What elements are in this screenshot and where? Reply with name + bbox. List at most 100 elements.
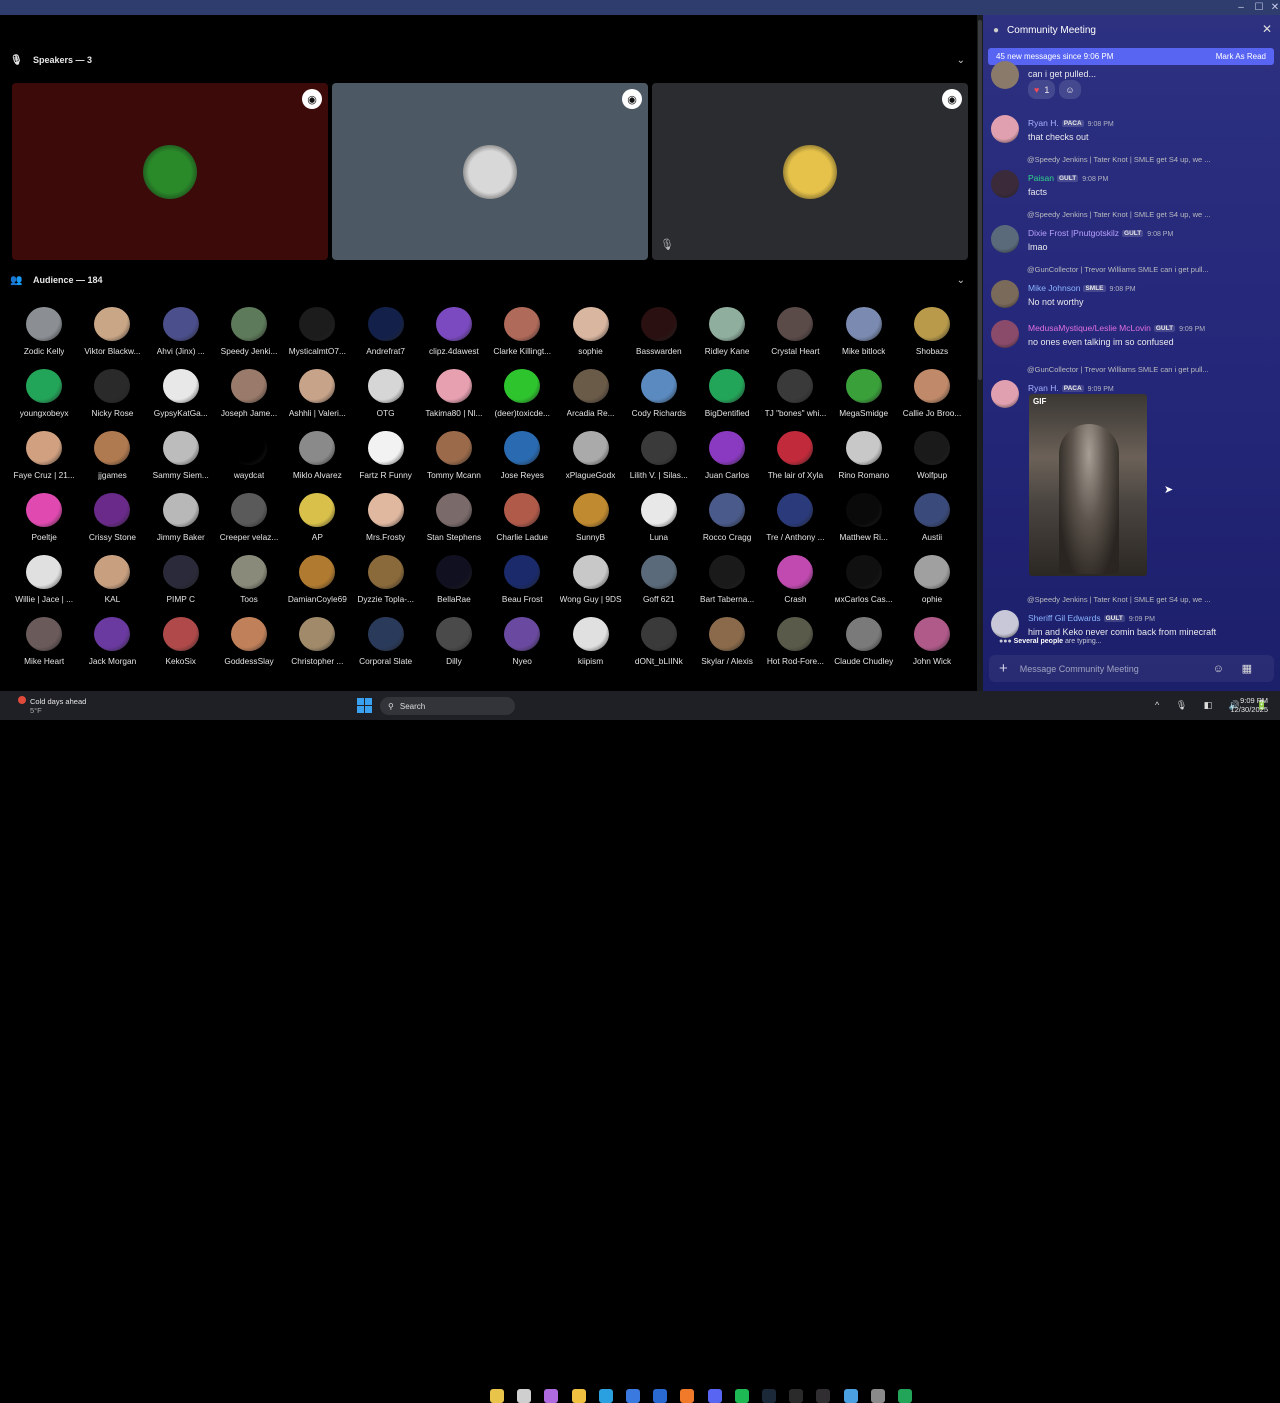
avatar[interactable] bbox=[162, 493, 199, 528]
avatar[interactable] bbox=[162, 431, 199, 466]
speakers-header[interactable]: 🎙 Speakers — 3 bbox=[10, 50, 92, 70]
audience-member[interactable]: Rocco Cragg bbox=[693, 493, 761, 542]
avatar[interactable] bbox=[231, 431, 268, 466]
audience-member[interactable]: clipz.4dawest bbox=[420, 307, 488, 356]
avatar[interactable] bbox=[435, 307, 472, 342]
clock[interactable]: 9:09 PM 12/30/2025 bbox=[1230, 696, 1268, 714]
avatar[interactable] bbox=[991, 225, 1019, 253]
avatar[interactable] bbox=[504, 369, 541, 404]
avatar[interactable] bbox=[572, 493, 609, 528]
audience-member[interactable]: MysticalmtO7... bbox=[283, 307, 351, 356]
audience-member[interactable]: John Wick bbox=[898, 617, 966, 666]
avatar[interactable] bbox=[914, 555, 950, 590]
audience-member[interactable]: Juan Carlos bbox=[693, 431, 761, 480]
audience-member[interactable]: Takima80 | Nl... bbox=[420, 369, 488, 418]
audience-member[interactable]: Speedy Jenki... bbox=[215, 307, 283, 356]
audience-member[interactable]: Austii bbox=[898, 493, 966, 542]
weather-widget[interactable]: Cold days ahead 5°F bbox=[18, 696, 86, 715]
avatar[interactable] bbox=[640, 431, 677, 466]
audience-member[interactable]: GoddessSlay bbox=[215, 617, 283, 666]
audience-member[interactable]: AP bbox=[283, 493, 351, 542]
audience-member[interactable]: jjgames bbox=[78, 431, 146, 480]
audience-member[interactable]: Jack Morgan bbox=[78, 617, 146, 666]
heart-reaction[interactable]: ♥ 1 bbox=[1028, 80, 1056, 99]
audience-member[interactable]: Ridley Kane bbox=[693, 307, 761, 356]
audience-member[interactable]: Luna bbox=[625, 493, 693, 542]
avatar[interactable] bbox=[845, 493, 882, 528]
avatar[interactable] bbox=[299, 369, 336, 404]
avatar[interactable] bbox=[845, 555, 882, 590]
avatar[interactable] bbox=[709, 307, 746, 342]
steam-icon[interactable] bbox=[762, 1389, 776, 1403]
audience-member[interactable]: Sammy Siem... bbox=[147, 431, 215, 480]
file-explorer-icon[interactable] bbox=[490, 1389, 504, 1403]
author-name[interactable]: Paisan bbox=[1028, 173, 1054, 183]
reply-preview[interactable]: @GunCollector | Trevor Williams SMLE can… bbox=[1027, 365, 1271, 374]
firefox-icon[interactable] bbox=[680, 1389, 695, 1403]
audience-member[interactable]: MegaSmidge bbox=[830, 369, 898, 418]
avatar[interactable] bbox=[640, 555, 677, 590]
avatar[interactable] bbox=[162, 555, 199, 590]
avatar[interactable] bbox=[231, 307, 268, 342]
avatar[interactable] bbox=[991, 280, 1019, 308]
avatar[interactable] bbox=[435, 493, 472, 528]
start-button[interactable] bbox=[357, 698, 372, 713]
audience-member[interactable]: Ahvi (Jinx) ... bbox=[147, 307, 215, 356]
avatar[interactable] bbox=[26, 555, 63, 590]
audience-member[interactable]: Beau Frost bbox=[488, 555, 556, 604]
avatar[interactable] bbox=[504, 307, 541, 342]
audience-member[interactable]: Toos bbox=[215, 555, 283, 604]
audience-member[interactable]: Miklo Alvarez bbox=[283, 431, 351, 480]
speaker-avatar[interactable] bbox=[143, 144, 197, 199]
audience-member[interactable]: OTG bbox=[351, 369, 419, 418]
audience-member[interactable]: Wolfpup bbox=[898, 431, 966, 480]
edge-icon[interactable] bbox=[598, 1389, 613, 1403]
avatar[interactable] bbox=[777, 493, 814, 528]
audience-member[interactable]: Lilith V. | Silas... bbox=[625, 431, 693, 480]
avatar[interactable] bbox=[991, 610, 1019, 638]
avatar[interactable] bbox=[845, 369, 882, 404]
audience-member[interactable]: Crystal Heart bbox=[761, 307, 829, 356]
avatar[interactable] bbox=[709, 617, 746, 652]
avatar[interactable] bbox=[914, 617, 950, 652]
avatar[interactable] bbox=[504, 431, 541, 466]
avatar[interactable] bbox=[991, 320, 1019, 348]
copilot-icon[interactable] bbox=[544, 1389, 559, 1403]
avatar[interactable] bbox=[367, 493, 404, 528]
audience-member[interactable]: Jose Reyes bbox=[488, 431, 556, 480]
audience-member[interactable]: Tommy Mcann bbox=[420, 431, 488, 480]
speaker-tile[interactable]: ◉ bbox=[332, 83, 648, 260]
audience-member[interactable]: DamianCoyle69 bbox=[283, 555, 351, 604]
avatar[interactable] bbox=[914, 431, 950, 466]
avatar[interactable] bbox=[94, 369, 131, 404]
audience-member[interactable]: Wong Guy | 9DS bbox=[556, 555, 624, 604]
avatar[interactable] bbox=[845, 617, 882, 652]
terminal-icon[interactable] bbox=[789, 1389, 804, 1403]
audience-member[interactable]: Andrefrat7 bbox=[351, 307, 419, 356]
discord-app-icon[interactable] bbox=[898, 1389, 912, 1403]
avatar[interactable] bbox=[94, 555, 131, 590]
reply-preview[interactable]: @Speedy Jenkins | Tater Knot | SMLE get … bbox=[1027, 595, 1271, 604]
audience-member[interactable]: Charlie Ladue bbox=[488, 493, 556, 542]
spotify-icon[interactable] bbox=[734, 1389, 749, 1403]
outlook-icon[interactable] bbox=[653, 1389, 668, 1403]
task-view-icon[interactable] bbox=[517, 1389, 532, 1403]
message-input[interactable]: Message Community Meeting bbox=[1020, 664, 1139, 674]
audience-member[interactable]: GypsyKatGa... bbox=[147, 369, 215, 418]
avatar[interactable] bbox=[572, 555, 609, 590]
avatar[interactable] bbox=[231, 369, 268, 404]
folder-icon[interactable] bbox=[571, 1389, 586, 1403]
avatar[interactable] bbox=[640, 617, 677, 652]
gif-embed[interactable]: GIF bbox=[1029, 394, 1147, 576]
audience-member[interactable]: dONt_bLIINk bbox=[625, 617, 693, 666]
audience-member[interactable]: Jimmy Baker bbox=[147, 493, 215, 542]
avatar[interactable] bbox=[26, 431, 63, 466]
audience-member[interactable]: Mrs.Frosty bbox=[351, 493, 419, 542]
audience-member[interactable]: The lair of Xyla bbox=[761, 431, 829, 480]
audience-member[interactable]: Goff 621 bbox=[625, 555, 693, 604]
avatar[interactable] bbox=[435, 555, 472, 590]
avatar[interactable] bbox=[94, 431, 131, 466]
avatar[interactable] bbox=[26, 369, 63, 404]
avatar[interactable] bbox=[299, 555, 336, 590]
audience-member[interactable]: Creeper velaz... bbox=[215, 493, 283, 542]
